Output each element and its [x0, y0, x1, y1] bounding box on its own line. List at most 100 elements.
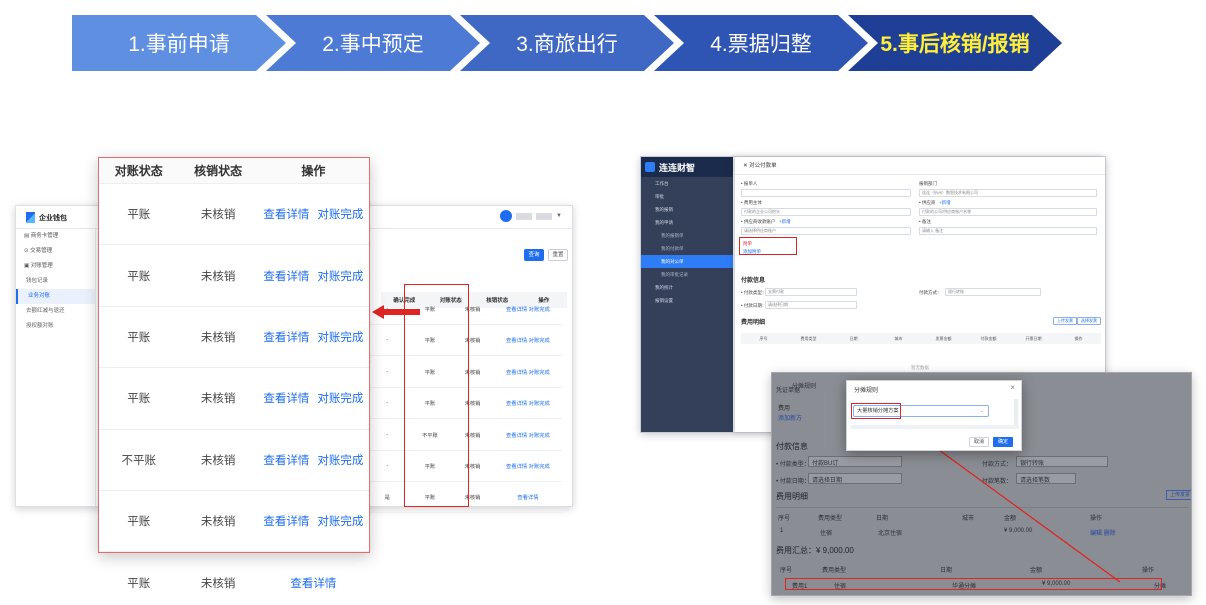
query-button[interactable]: 查询: [524, 249, 544, 261]
avatar[interactable]: [500, 210, 513, 222]
table-row: 平账 未核销 查看详情: [99, 552, 369, 605]
sidebar-item-approval-record[interactable]: 我的审批记录: [641, 268, 733, 281]
card-icon: ▤: [24, 233, 31, 239]
app-logo: 企业钱包: [26, 212, 67, 223]
view-detail-link[interactable]: 查看详情: [263, 268, 309, 284]
zoom-pay-count-input[interactable]: 请选择笔数: [1016, 473, 1076, 484]
reconcile-complete-link[interactable]: 对账完成: [529, 338, 550, 344]
pay-date-input[interactable]: 请选择日期: [765, 301, 857, 309]
zoom-pay-date-input[interactable]: 请选择日期: [808, 473, 902, 484]
reconcile-complete-link[interactable]: 对账完成: [317, 452, 363, 468]
reconcile-complete-link[interactable]: 对账完成: [529, 307, 550, 313]
view-detail-link[interactable]: 查看详情: [263, 513, 309, 529]
highlight-select: [851, 403, 901, 419]
sidebar-item-card[interactable]: ▤ 商务卡管理: [16, 229, 95, 244]
zoom-total: 费用汇总：¥ 9,000.00: [776, 546, 854, 555]
sidebar-item-reconcile[interactable]: ▣ 对账管理: [16, 259, 95, 274]
applicant-input[interactable]: [741, 189, 911, 197]
view-detail-link[interactable]: 查看详情: [517, 495, 538, 501]
zoom-table-header: 对账状态 核销状态 操作: [99, 158, 369, 184]
sidebar-item-stats[interactable]: 我的统计: [641, 281, 733, 294]
dialog-title: 分摊规则: [854, 388, 879, 394]
sidebar-item-settings[interactable]: 报销设置: [641, 294, 733, 307]
step-4: 4.票据归整: [654, 15, 868, 71]
view-detail-link[interactable]: 查看详情: [506, 338, 527, 344]
reconcile-complete-link[interactable]: 对账完成: [529, 401, 550, 407]
pay-type-select[interactable]: 支票付款: [765, 288, 857, 296]
department-input[interactable]: 连连（杭州）数智技术有限公司: [919, 189, 1097, 197]
account-select[interactable]: 请选择供应商账户: [741, 227, 911, 235]
sidebar-item-business-reconcile[interactable]: 业务对账: [16, 289, 95, 304]
confirm-cell: -: [386, 337, 389, 344]
remark-input[interactable]: 请输入 备注: [919, 227, 1097, 235]
payee-input[interactable]: 付款的公司/供应商账户名称: [919, 208, 1097, 216]
view-detail-link[interactable]: 查看详情: [290, 575, 336, 591]
sidebar-item-wallet-record[interactable]: 钱包记录: [16, 274, 95, 289]
upload-invoice-button[interactable]: 上传发票: [1053, 317, 1077, 325]
user-menu[interactable]: ▼: [500, 210, 562, 222]
reconcile-complete-link[interactable]: 对账完成: [529, 370, 550, 376]
sidebar: ▤ 商务卡管理 ⊙ 交易管理 ▣ 对账管理 钱包记录 业务对账 去额红减与退还 …: [16, 229, 96, 506]
reconcile-complete-link[interactable]: 对账完成: [317, 390, 363, 406]
view-detail-link[interactable]: 查看详情: [506, 401, 527, 407]
actions-cell: 查看详情 对账完成: [258, 206, 369, 222]
reconcile-complete-link[interactable]: 对账完成: [529, 433, 550, 439]
sidebar-item-refund[interactable]: 去额红减与退还: [16, 304, 95, 319]
zoom-pay-method-select[interactable]: 银行转账: [1016, 456, 1108, 467]
add-payee-link[interactable]: +新增: [939, 200, 951, 206]
bottom-header-cell: 费用类型: [822, 568, 847, 574]
actions-cell: 查看详情 对账完成: [258, 452, 369, 468]
cancel-button[interactable]: 取消: [969, 437, 989, 447]
zoom-pay-type-select[interactable]: 付款BU订: [808, 456, 902, 467]
add-rule-link[interactable]: 添加新方: [778, 413, 802, 422]
sidebar-item-workbench[interactable]: 工作台: [641, 177, 733, 190]
select-invoice-button[interactable]: 选择发票: [1077, 317, 1101, 325]
confirm-cell: -: [386, 463, 389, 469]
highlight-attach: [739, 237, 797, 255]
sidebar-item-approval[interactable]: 审批: [641, 190, 733, 203]
reconcile-complete-link[interactable]: 对账完成: [317, 206, 363, 222]
sidebar-item-trade[interactable]: ⊙ 交易管理: [16, 244, 95, 259]
view-detail-link[interactable]: 查看详情: [506, 464, 527, 470]
table-row: 平账 未核销 查看详情 对账完成: [99, 368, 369, 430]
pay-method-select[interactable]: 银行转账: [945, 288, 1041, 296]
add-account-link[interactable]: +新增: [779, 219, 791, 225]
table-row: 不平账 未核销 查看详情 对账完成: [99, 430, 369, 491]
brand: 连连财智: [641, 157, 733, 177]
reconcile-complete-link[interactable]: 对账完成: [529, 464, 550, 470]
writeoff-status-cell: 未核销: [200, 393, 236, 406]
chevron-down-icon: ⌄: [979, 408, 984, 414]
reset-button[interactable]: 重置: [548, 249, 568, 261]
sidebar-item-payment-list[interactable]: 我的付款单: [641, 242, 733, 255]
close-icon[interactable]: ×: [1010, 383, 1015, 392]
zoom-pay-count-label: 付款笔数：: [982, 479, 1013, 485]
sidebar-item-auth[interactable]: 授权额对账: [16, 319, 95, 334]
reconcile-complete-link[interactable]: 对账完成: [317, 268, 363, 284]
view-detail-link[interactable]: 查看详情: [263, 329, 309, 345]
actions-cell: 查看详情 对账完成: [258, 390, 369, 406]
zoom-upload-button[interactable]: 上传发票: [1166, 490, 1191, 500]
step-5-active: 5.事后核销/报销: [848, 15, 1062, 71]
sidebar-item-my-expense[interactable]: 我的报销: [641, 203, 733, 216]
header-reconcile-status: 对账状态: [114, 164, 163, 178]
zoomed-reconcile-table: 对账状态 核销状态 操作 平账 未核销 查看详情 对账完成 平账 未核销 查看详情 对账完成平…: [98, 157, 370, 590]
fee-dept-label: 费用: [778, 406, 791, 412]
view-detail-link[interactable]: 查看详情: [506, 307, 527, 313]
sidebar-item-expense-list[interactable]: 我的报销单: [641, 229, 733, 242]
reconcile-complete-link[interactable]: 对账完成: [317, 329, 363, 345]
sidebar-item-my-apply[interactable]: 我的申请: [641, 216, 733, 229]
divider: [776, 507, 1188, 508]
view-detail-link[interactable]: 查看详情: [263, 206, 309, 222]
title-label: • 费用主体: [741, 200, 762, 205]
sidebar-item-corporate-list[interactable]: 我的对公单: [641, 255, 733, 268]
chevron-down-icon[interactable]: ▼: [556, 213, 562, 219]
company-input[interactable]: 付款的企业公司抬头: [741, 208, 911, 216]
horizontal-scrollbar[interactable]: [851, 425, 1019, 429]
view-detail-link[interactable]: 查看详情: [506, 433, 527, 439]
reconcile-complete-link[interactable]: 对账完成: [317, 513, 363, 529]
view-detail-link[interactable]: 查看详情: [506, 370, 527, 376]
view-detail-link[interactable]: 查看详情: [263, 390, 309, 406]
view-detail-link[interactable]: 查看详情: [263, 452, 309, 468]
confirm-button[interactable]: 确定: [993, 437, 1013, 447]
zoom-row-ops[interactable]: 编辑 删除: [1090, 528, 1116, 537]
